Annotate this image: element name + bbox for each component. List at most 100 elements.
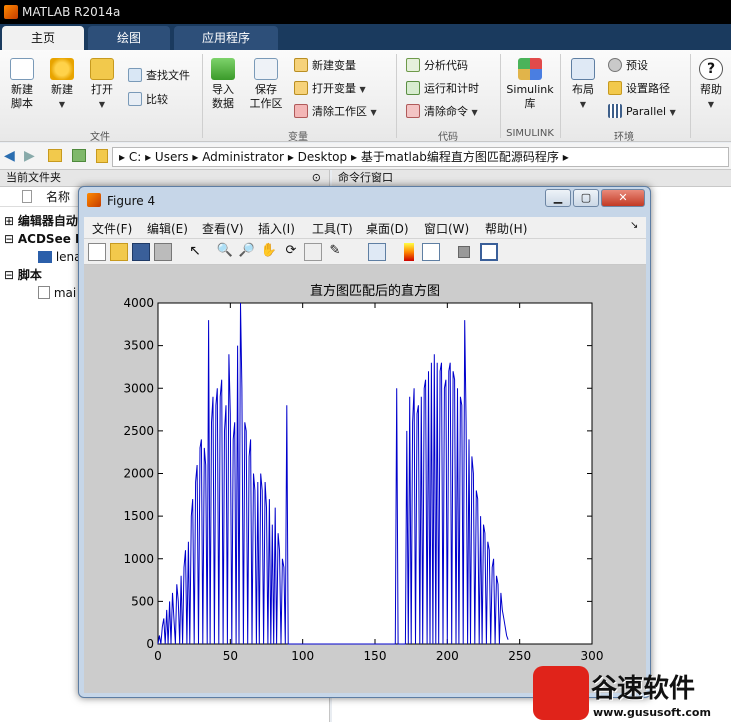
x-tick-label: 300 <box>581 649 604 663</box>
link-plot-icon[interactable] <box>368 243 386 261</box>
print-icon[interactable] <box>154 243 172 261</box>
minimize-button[interactable]: ▁ <box>545 189 571 207</box>
address-bar: ◀ ▶ ▸ C: ▸ Users ▸ Administrator ▸ Deskt… <box>0 143 731 170</box>
tree-item-lena[interactable]: lena <box>38 248 82 266</box>
help-button[interactable]: ? 帮助 ▼ <box>694 58 728 112</box>
layout-icon <box>571 58 595 80</box>
import-arrow-icon <box>211 58 235 80</box>
open-button[interactable]: 打开 ▼ <box>86 58 118 112</box>
chevron-down-icon: ▼ <box>98 100 106 109</box>
menu-insert[interactable]: 插入(I) <box>258 220 295 237</box>
menu-help[interactable]: 帮助(H) <box>485 220 527 237</box>
compare-button[interactable]: 比较 <box>128 92 168 108</box>
menu-view[interactable]: 查看(V) <box>202 220 244 237</box>
x-tick-label: 0 <box>154 649 162 663</box>
file-icon <box>22 190 32 203</box>
gear-icon <box>608 58 622 72</box>
ribbon: 新建 脚本 新建 ▼ 打开 ▼ 查找文件 比较 文件 导入 数据 保存 工作区 新建变量 … <box>0 50 731 143</box>
find-files-icon <box>128 68 142 82</box>
current-folder-path[interactable]: ▸ C: ▸ Users ▸ Administrator ▸ Desktop ▸… <box>112 147 729 167</box>
y-tick-label: 3000 <box>123 381 154 395</box>
set-path-button[interactable]: 设置路径 <box>608 81 670 97</box>
tab-home[interactable]: 主页 <box>2 26 84 50</box>
run-and-time-icon <box>406 81 420 95</box>
command-window-header: 命令行窗口 <box>332 170 731 187</box>
import-data-button[interactable]: 导入 数据 <box>206 58 240 111</box>
ribbon-divider <box>202 54 203 138</box>
window-title: MATLAB R2014a <box>22 5 121 19</box>
simulink-icon <box>518 58 542 80</box>
open-file-icon[interactable] <box>110 243 128 261</box>
back-arrow-icon[interactable]: ◀ <box>4 148 15 164</box>
chevron-down-icon: ▼ <box>579 100 587 109</box>
panel-menu-icon[interactable]: ⊙ <box>312 170 321 186</box>
tree-item-scripts[interactable]: ⊟ 脚本 <box>4 266 42 284</box>
tree-item-acdsee[interactable]: ⊟ ACDSee B <box>4 230 84 248</box>
new-figure-icon[interactable] <box>88 243 106 261</box>
panel-header: 当前文件夹 ⊙ <box>0 170 329 187</box>
simulink-library-button[interactable]: Simulink 库 <box>504 58 556 111</box>
chevron-down-icon: ▼ <box>359 85 366 94</box>
y-tick-label: 4000 <box>123 296 154 310</box>
hide-tools-icon[interactable] <box>458 246 470 258</box>
new-variable-button[interactable]: 新建变量 <box>294 58 356 74</box>
maximize-button[interactable]: ▢ <box>573 189 599 207</box>
save-icon[interactable] <box>132 243 150 261</box>
parallel-button[interactable]: Parallel ▼ <box>608 104 676 121</box>
open-variable-button[interactable]: 打开变量 ▼ <box>294 81 366 98</box>
tab-apps[interactable]: 应用程序 <box>174 26 278 50</box>
group-label-code: 代码 <box>438 132 458 143</box>
tree-item-editor-auto[interactable]: ⊞ 编辑器自动 <box>4 212 78 230</box>
analyze-code-button[interactable]: 分析代码 <box>406 58 468 74</box>
rotate-icon[interactable]: ⟳ <box>282 243 300 261</box>
x-tick-label: 250 <box>508 649 531 663</box>
pan-icon[interactable]: ✋ <box>260 243 278 261</box>
window-titlebar: MATLAB R2014a <box>0 0 731 24</box>
matlab-logo-icon <box>4 5 18 19</box>
layout-button[interactable]: 布局 ▼ <box>566 58 600 112</box>
zoom-in-icon[interactable]: 🔍 <box>216 243 234 261</box>
menu-edit[interactable]: 编辑(E) <box>147 220 188 237</box>
watermark: 谷速软件 www.gususoft.com <box>529 664 731 722</box>
clear-commands-button[interactable]: 清除命令 ▼ <box>406 104 478 121</box>
menu-window[interactable]: 窗口(W) <box>424 220 469 237</box>
new-button[interactable]: 新建 ▼ <box>46 58 78 112</box>
pointer-icon[interactable]: ↖ <box>186 243 204 261</box>
new-script-button[interactable]: 新建 脚本 <box>6 58 38 111</box>
new-variable-icon <box>294 58 308 72</box>
y-tick-label: 2500 <box>123 424 154 438</box>
menu-desktop[interactable]: 桌面(D) <box>366 220 409 237</box>
histogram-plot: 直方图匹配后的直方图0 50 100 150 200 250 300050010001500… <box>123 283 604 663</box>
show-tools-icon[interactable] <box>480 243 498 261</box>
ribbon-tabbar: 主页 绘图 应用程序 <box>0 24 731 50</box>
ribbon-divider <box>560 54 561 138</box>
up-folder-icon[interactable] <box>48 149 62 162</box>
data-cursor-icon[interactable] <box>304 243 322 261</box>
x-tick-label: 100 <box>291 649 314 663</box>
browse-folder-icon[interactable] <box>72 149 86 162</box>
menu-tools[interactable]: 工具(T) <box>312 220 353 237</box>
menu-file[interactable]: 文件(F) <box>92 220 132 237</box>
dock-arrow-icon[interactable]: ↘ <box>630 220 638 231</box>
ribbon-divider <box>396 54 397 138</box>
folder-path-icon <box>608 81 622 95</box>
legend-icon[interactable] <box>422 243 440 261</box>
clear-workspace-button[interactable]: 清除工作区 ▼ <box>294 104 377 121</box>
tab-plots[interactable]: 绘图 <box>88 26 170 50</box>
find-files-button[interactable]: 查找文件 <box>128 68 190 84</box>
save-workspace-button[interactable]: 保存 工作区 <box>246 58 286 111</box>
close-button[interactable]: ✕ <box>601 189 645 207</box>
brush-icon[interactable]: ✎ <box>326 243 344 261</box>
chevron-down-icon: ▼ <box>669 108 676 117</box>
tree-item-main[interactable]: mai <box>38 284 76 302</box>
colorbar-icon[interactable] <box>404 243 414 261</box>
script-file-icon <box>38 286 50 299</box>
preferences-button[interactable]: 预设 <box>608 58 648 74</box>
run-and-time-button[interactable]: 运行和计时 <box>406 81 479 97</box>
folder-open-icon <box>90 58 114 80</box>
zoom-out-icon[interactable]: 🔎 <box>238 243 256 261</box>
help-icon: ? <box>699 58 723 80</box>
forward-arrow-icon[interactable]: ▶ <box>24 148 35 164</box>
chevron-down-icon: ▼ <box>370 108 377 117</box>
ribbon-divider <box>690 54 691 138</box>
